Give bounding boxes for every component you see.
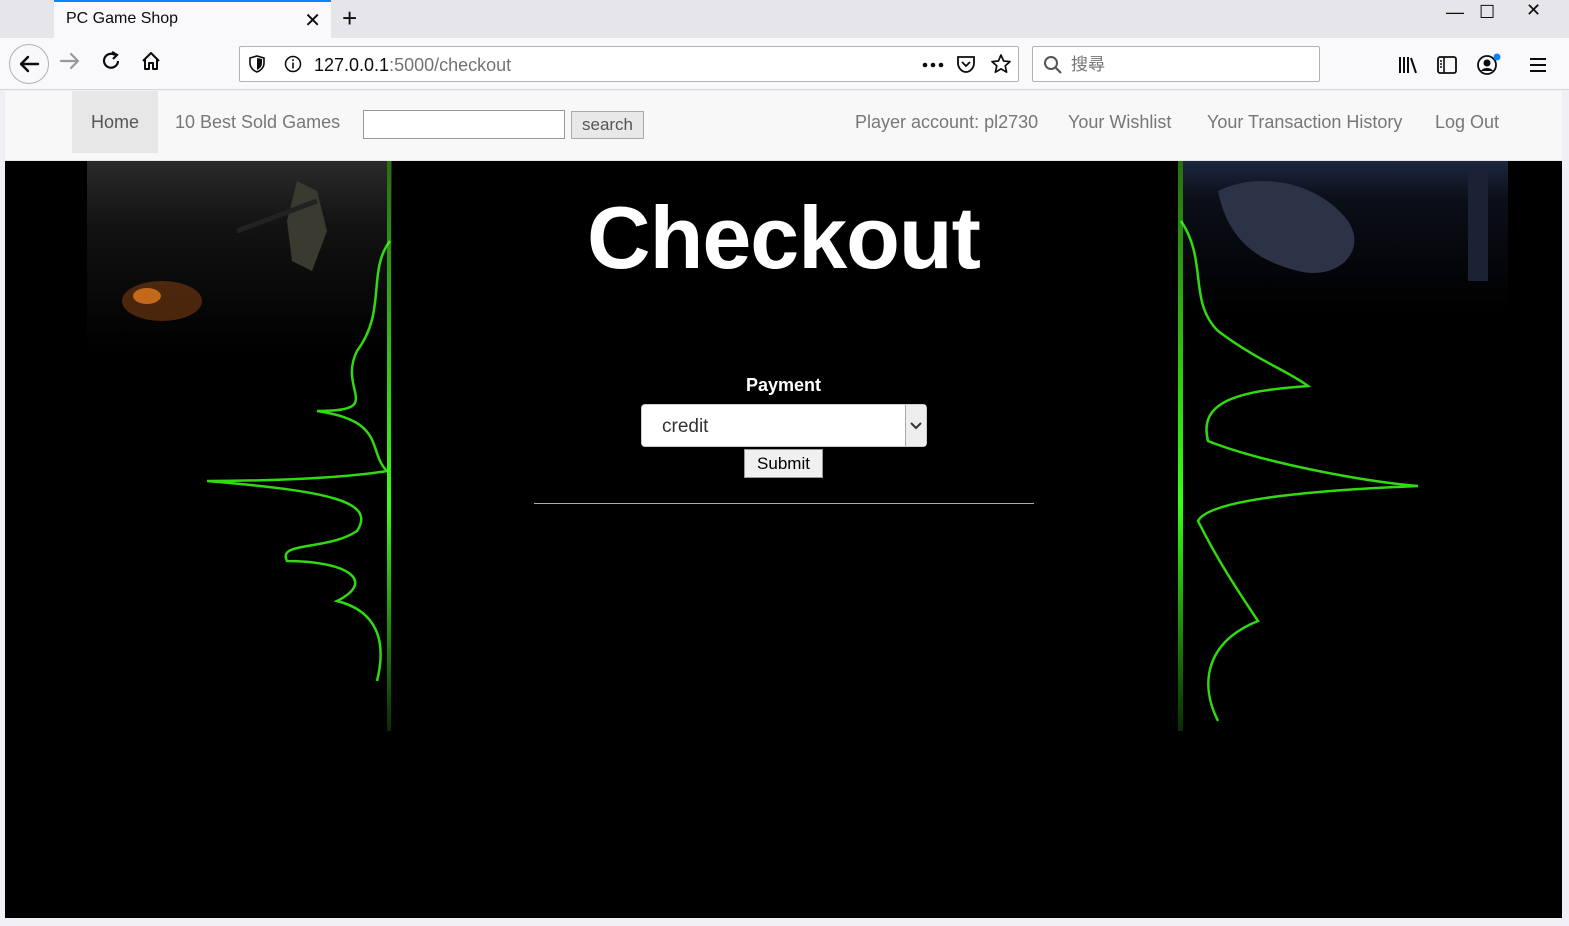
nav-home-link[interactable]: Home bbox=[72, 91, 159, 153]
library-icon[interactable] bbox=[1397, 54, 1419, 76]
browser-tab[interactable]: PC Game Shop ✕ bbox=[54, 0, 331, 38]
title-bar: PC Game Shop ✕ + — ☐ ✕ bbox=[0, 0, 1569, 38]
url-path: :5000/checkout bbox=[389, 55, 512, 75]
site-navbar: Home 10 Best Sold Games search Player ac… bbox=[5, 91, 1562, 161]
reload-svg bbox=[102, 51, 120, 69]
nav-best-sold-link[interactable]: 10 Best Sold Games bbox=[175, 91, 340, 153]
tab-title: PC Game Shop bbox=[66, 10, 179, 27]
pocket-icon[interactable] bbox=[956, 54, 976, 74]
new-tab-button[interactable]: + bbox=[342, 3, 357, 34]
search-icon bbox=[1044, 56, 1062, 74]
page-content: Home 10 Best Sold Games search Player ac… bbox=[5, 91, 1562, 918]
back-arrow-svg bbox=[19, 55, 40, 73]
shield-icon[interactable] bbox=[248, 55, 266, 73]
home-svg bbox=[142, 52, 160, 70]
minimize-icon[interactable]: — bbox=[1446, 2, 1464, 23]
nav-logout-link[interactable]: Log Out bbox=[1435, 91, 1499, 153]
star-icon[interactable] bbox=[990, 53, 1012, 75]
nav-wishlist-link[interactable]: Your Wishlist bbox=[1068, 91, 1171, 153]
payment-label: Payment bbox=[745, 375, 822, 395]
site-search-button[interactable]: search bbox=[571, 111, 644, 139]
menu-icon[interactable] bbox=[1527, 54, 1549, 76]
forward-arrow-icon[interactable] bbox=[59, 50, 81, 78]
close-window-glyph: ✕ bbox=[1526, 0, 1542, 20]
home-icon[interactable] bbox=[140, 50, 162, 78]
page-title: Checkout bbox=[587, 188, 981, 287]
nav-transaction-history-link[interactable]: Your Transaction History bbox=[1207, 91, 1402, 153]
account-icon[interactable] bbox=[1476, 52, 1502, 78]
url-text: 127.0.0.1:5000/checkout bbox=[314, 55, 511, 76]
info-icon[interactable] bbox=[284, 55, 302, 73]
browser-search-input[interactable] bbox=[1069, 53, 1313, 77]
maximize-icon[interactable]: ☐ bbox=[1479, 2, 1495, 23]
chevron-down-icon[interactable] bbox=[905, 405, 926, 446]
back-arrow-icon[interactable] bbox=[9, 44, 49, 84]
close-window-icon[interactable]: ✕ bbox=[1524, 0, 1569, 24]
more-icon[interactable] bbox=[922, 62, 944, 68]
chevron-down-svg bbox=[910, 422, 922, 430]
forward-arrow-svg bbox=[59, 52, 80, 70]
close-tab-icon[interactable]: ✕ bbox=[304, 8, 321, 33]
payment-select[interactable]: credit bbox=[641, 404, 927, 447]
browser-search-bar[interactable] bbox=[1032, 46, 1320, 82]
url-host: 127.0.0.1 bbox=[314, 55, 390, 75]
url-bar[interactable]: 127.0.0.1:5000/checkout bbox=[239, 46, 1019, 82]
divider bbox=[534, 503, 1034, 504]
submit-button[interactable]: Submit bbox=[744, 449, 823, 478]
reload-icon[interactable] bbox=[100, 50, 122, 78]
payment-select-value: credit bbox=[662, 416, 709, 437]
site-search-input[interactable] bbox=[363, 110, 565, 139]
sidebar-icon[interactable] bbox=[1436, 54, 1458, 76]
nav-player-account-link[interactable]: Player account: pl2730 bbox=[855, 91, 1038, 153]
